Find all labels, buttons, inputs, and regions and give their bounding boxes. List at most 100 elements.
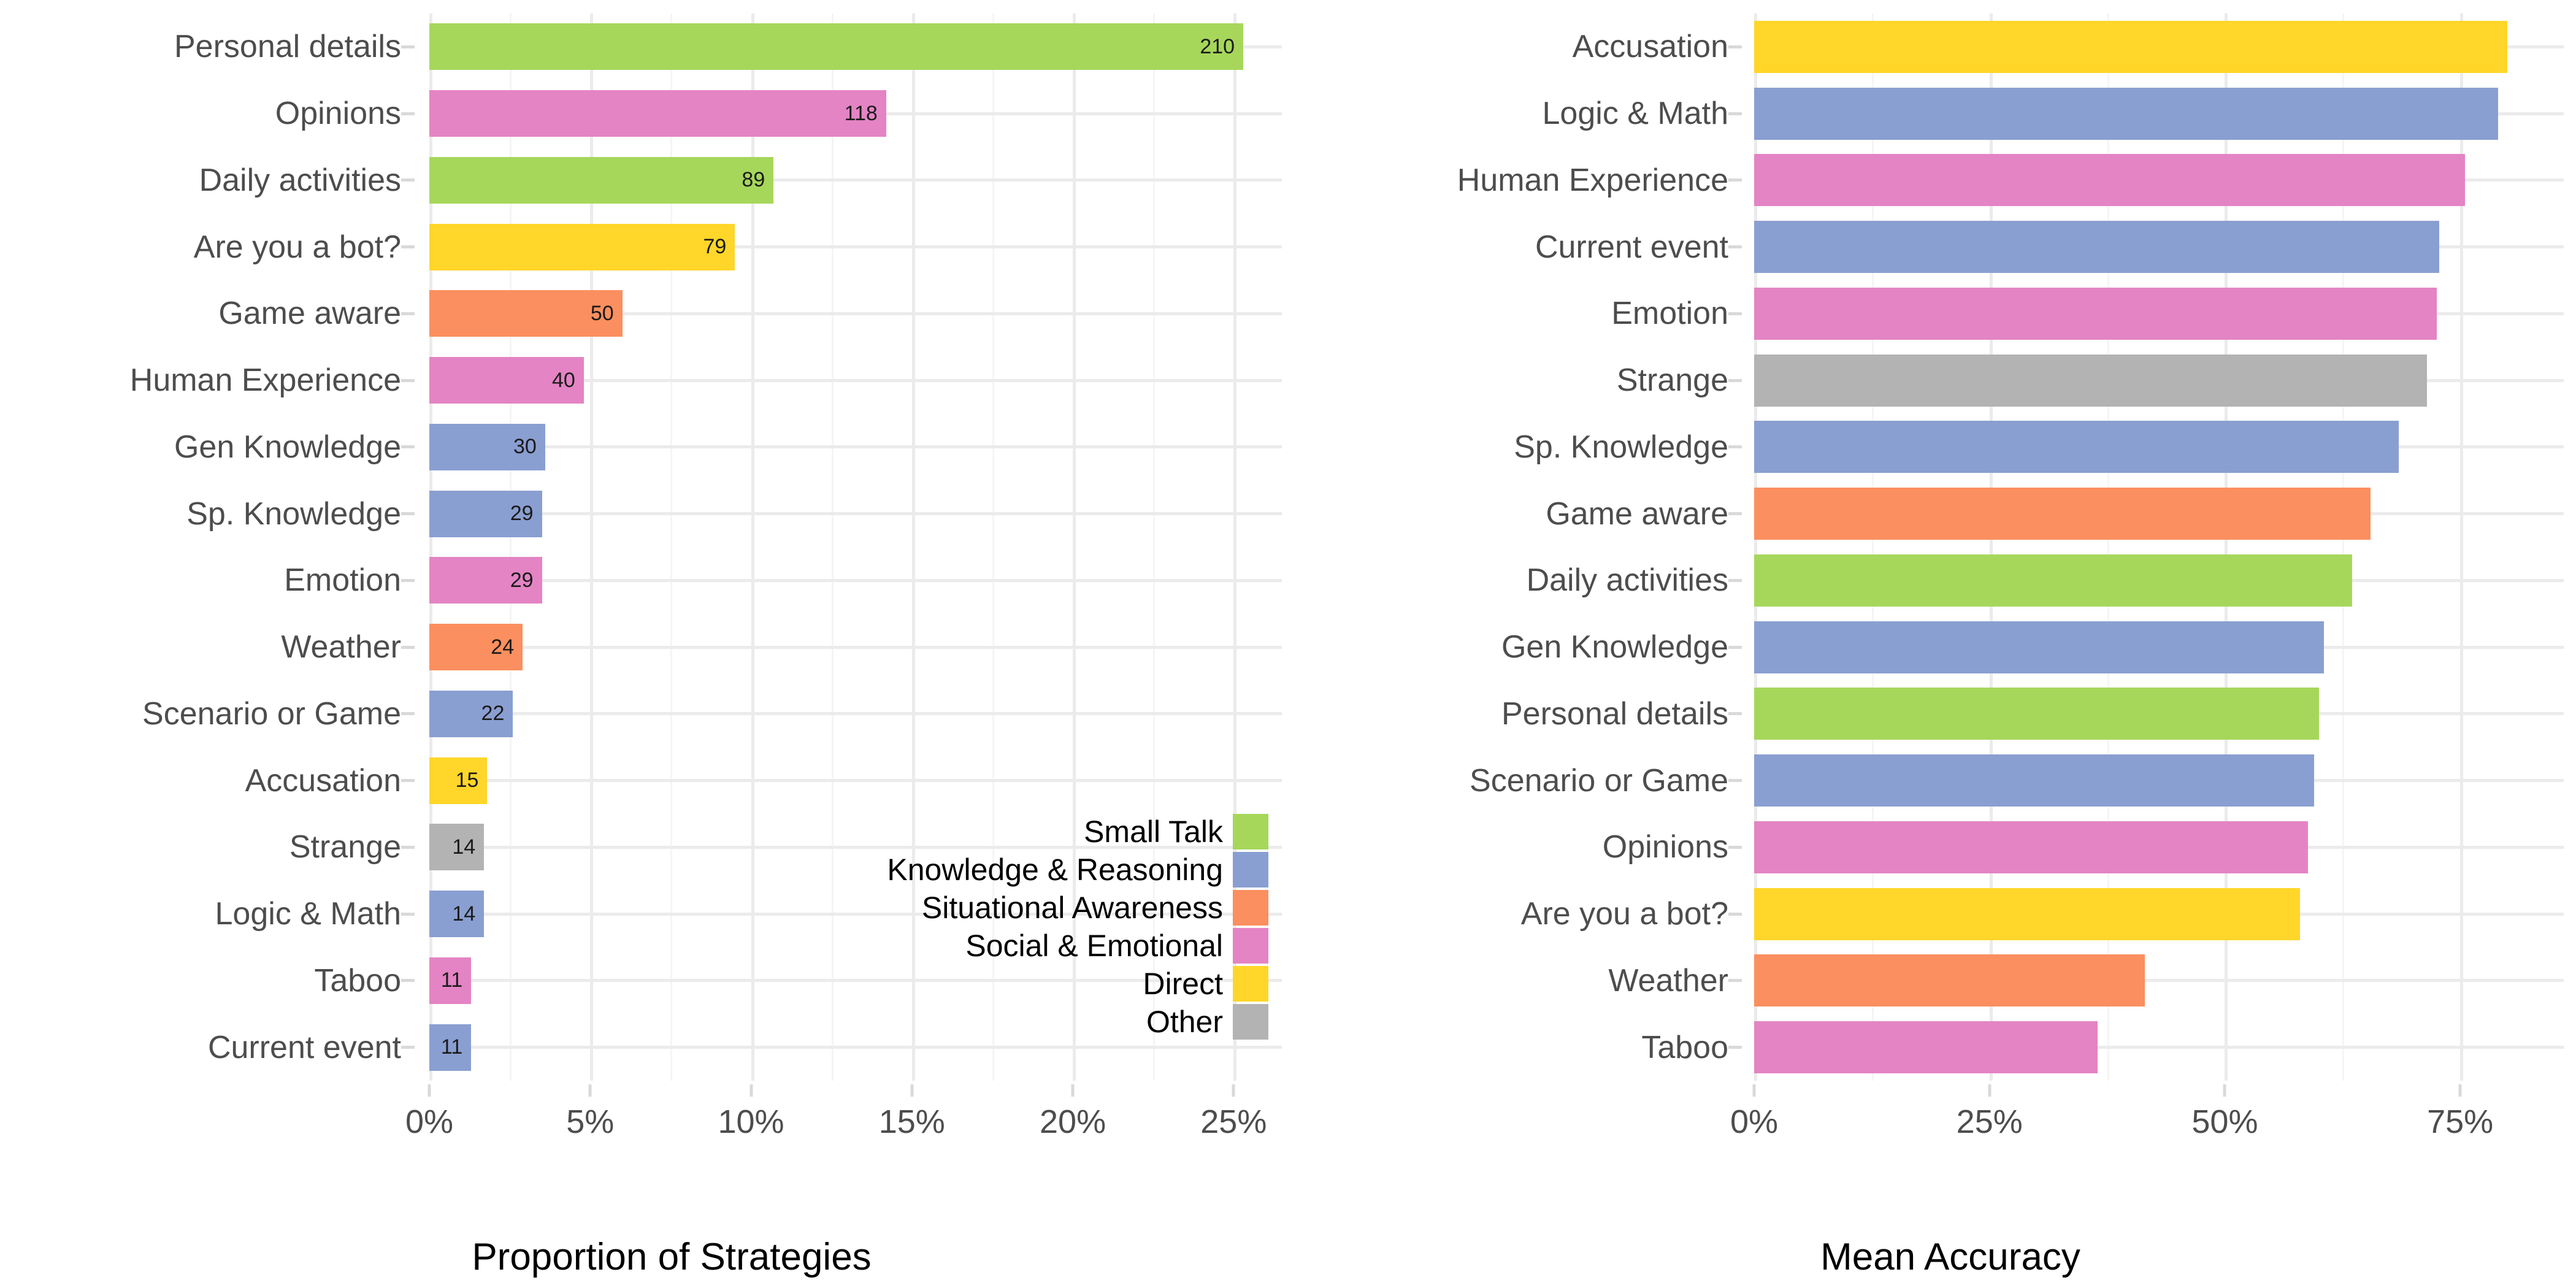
gridline-horizontal: [429, 578, 1282, 582]
bar-value-label: 40: [551, 368, 575, 392]
bar-value-label: 79: [703, 235, 727, 259]
legend-item-label: Situational Awareness: [921, 891, 1223, 925]
y-axis-tick-mark: [1728, 578, 1742, 582]
y-axis-tick-mark: [1728, 979, 1742, 983]
y-axis-tick-mark: [1728, 912, 1742, 916]
x-axis-tick-mark: [1752, 1084, 1756, 1097]
legend-item[interactable]: Situational Awareness: [922, 889, 1268, 927]
x-axis-tick-mark: [2458, 1084, 2462, 1097]
y-axis-tick-mark: [401, 112, 415, 115]
bar: [1754, 287, 2437, 340]
bar-value-label: 29: [510, 502, 534, 526]
legend-item[interactable]: Other: [1146, 1003, 1268, 1041]
bar: [1754, 488, 2371, 540]
bar-value-label: 14: [452, 902, 476, 926]
x-axis-tick-label: 50%: [2191, 1103, 2258, 1140]
x-axis-tick-label: 25%: [1200, 1103, 1267, 1140]
bar: [1754, 954, 2145, 1007]
bar-value-label: 50: [590, 301, 614, 325]
legend-item[interactable]: Direct: [1143, 965, 1268, 1003]
y-axis-category-labels-right: Accusation Logic & Math Human Experience Cu…: [1313, 0, 1742, 1079]
x-axis-tick-mark: [2223, 1084, 2226, 1097]
y-axis-tick-mark: [401, 979, 415, 983]
x-axis-tick-label: 0%: [1730, 1103, 1779, 1140]
x-axis-tick-mark: [910, 1084, 914, 1097]
bar: [1754, 554, 2352, 607]
x-axis-tick-label: 5%: [566, 1103, 615, 1140]
legend-color-swatch: [1233, 1004, 1268, 1040]
y-axis-tick-mark: [1728, 245, 1742, 249]
x-axis-tick-label: 15%: [878, 1103, 945, 1140]
legend-color-swatch: [1233, 928, 1268, 964]
gridline-horizontal: [429, 712, 1282, 716]
y-axis-tick-mark: [401, 712, 415, 716]
y-axis-tick-mark: [401, 378, 415, 382]
y-axis-tick-mark: [401, 912, 415, 916]
bar-value-label: 89: [742, 168, 765, 192]
bar-value-label: 29: [510, 568, 534, 592]
legend-color-swatch: [1233, 966, 1268, 1002]
bar: [1754, 754, 2315, 807]
y-axis-tick-mark: [1728, 312, 1742, 315]
y-axis-tick-mark: [401, 1046, 415, 1049]
y-axis-tick-mark: [401, 445, 415, 449]
x-axis-tick-mark: [427, 1084, 431, 1097]
y-axis-tick-mark: [401, 245, 415, 249]
y-axis-tick-mark: [1728, 445, 1742, 449]
y-axis-tick-mark: [401, 845, 415, 849]
legend-color-swatch: [1233, 890, 1268, 926]
gridline-horizontal: [429, 779, 1282, 783]
y-axis-tick-mark: [401, 645, 415, 649]
bar-value-label: 30: [513, 435, 537, 459]
x-axis-tick-mark: [1071, 1084, 1075, 1097]
y-axis-tick-mark: [1728, 845, 1742, 849]
y-axis-tick-mark: [1728, 712, 1742, 716]
legend-item-label: Other: [1146, 1005, 1223, 1039]
bar: [1754, 821, 2308, 873]
x-axis-tick-mark: [588, 1084, 592, 1097]
y-axis-tick-mark: [1728, 645, 1742, 649]
x-axis-title-right: Mean Accuracy: [1820, 1235, 2080, 1278]
legend-item[interactable]: Knowledge & Reasoning: [887, 851, 1268, 889]
legend-item-label: Knowledge & Reasoning: [887, 853, 1223, 887]
two-panel-bar-chart-figure: Strategy Class Personal detailsOpinionsD…: [0, 0, 2576, 1288]
legend-item-label: Direct: [1143, 967, 1223, 1001]
x-axis-tick-mark: [749, 1084, 753, 1097]
gridline-minor-vertical: [831, 13, 834, 1081]
y-axis-tick-mark: [401, 178, 415, 182]
bar: [1754, 688, 2319, 740]
legend-color-swatch: [1233, 852, 1268, 887]
legend-item[interactable]: Small Talk: [1084, 813, 1268, 851]
y-axis-tick-mark: [1728, 45, 1742, 48]
panel-proportion-of-strategies: Strategy Class Personal detailsOpinionsD…: [0, 0, 1300, 1288]
x-axis-ticks-left: 0% 5% 10% 15% 20% 25%: [405, 1084, 1282, 1159]
gridline-horizontal: [429, 512, 1282, 516]
bar-value-label: 11: [440, 968, 463, 992]
plot-area-right: [1754, 13, 2564, 1081]
bar-value-label: 15: [455, 769, 479, 792]
y-axis-tick-mark: [401, 45, 415, 48]
x-axis-tick-mark: [1988, 1084, 1991, 1097]
bar-value-label: 22: [481, 702, 505, 726]
y-axis-title: Strategy Class: [0, 0, 54, 61]
bar: [1754, 887, 2301, 940]
bar: [1754, 154, 2465, 207]
x-axis-title-left: Proportion of Strategies: [472, 1235, 872, 1278]
x-axis-ticks-right: 0% 25% 50% 75%: [1730, 1084, 2564, 1159]
y-axis-tick-mark: [1728, 112, 1742, 115]
legend-item-label: Social & Emotional: [965, 929, 1223, 963]
bar: [1754, 354, 2428, 407]
y-axis-tick-mark: [401, 779, 415, 783]
y-axis-tick-mark: [1728, 512, 1742, 516]
gridline-horizontal: [429, 645, 1282, 649]
legend-item[interactable]: Social & Emotional: [965, 927, 1268, 965]
bar: [1754, 20, 2507, 73]
legend: Small Talk Knowledge & Reasoning Situation…: [887, 813, 1268, 1041]
y-axis-tick-mark: [1728, 779, 1742, 783]
x-axis-tick-label: 25%: [1956, 1103, 2023, 1140]
x-axis-tick-label: 75%: [2427, 1103, 2494, 1140]
bar-value-label: 24: [491, 635, 515, 659]
bar: [1754, 621, 2324, 673]
y-axis-tick-mark: [1728, 1046, 1742, 1049]
y-axis-tick-mark: [401, 512, 415, 516]
